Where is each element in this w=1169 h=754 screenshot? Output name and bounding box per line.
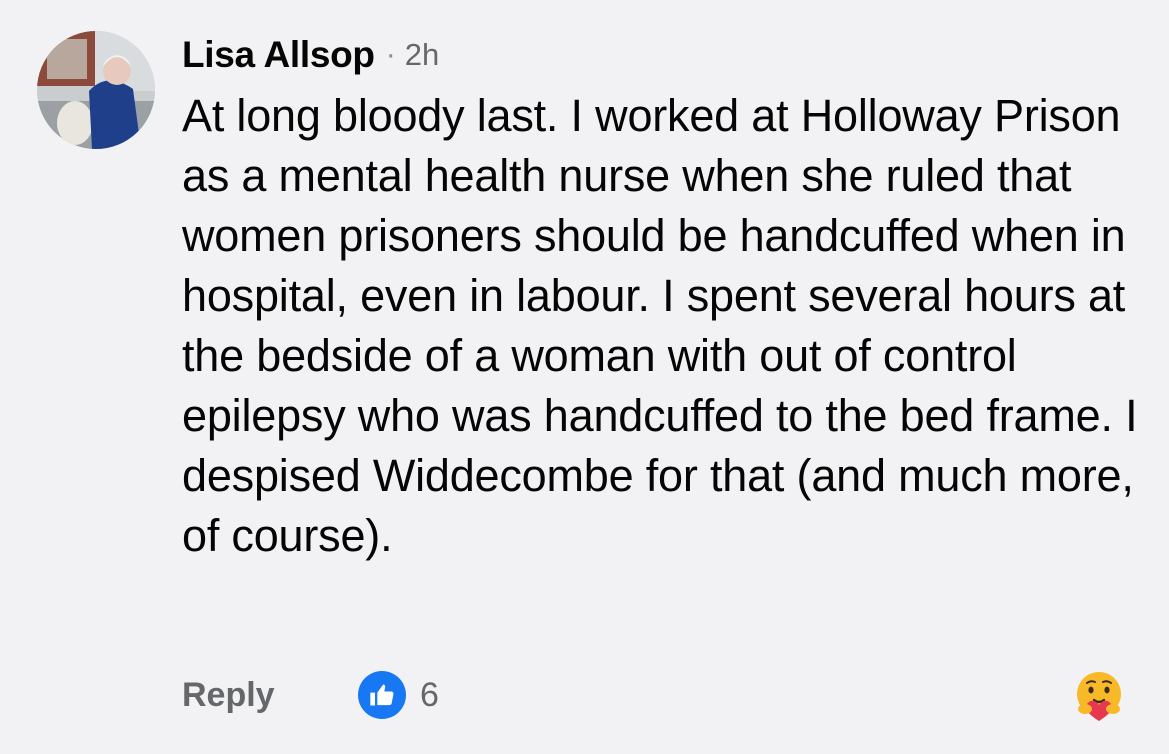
- comment: Lisa Allsop · 2h At long bloody last. I …: [0, 0, 1169, 754]
- reply-button[interactable]: Reply: [182, 676, 275, 715]
- profile-photo: [37, 31, 155, 149]
- avatar[interactable]: [37, 31, 155, 149]
- separator-dot: ·: [385, 38, 396, 71]
- comment-header: Lisa Allsop · 2h: [182, 30, 439, 80]
- like-icon: [358, 671, 406, 719]
- reaction-count: 6: [420, 675, 439, 714]
- reaction-summary[interactable]: 6: [358, 670, 439, 720]
- timestamp[interactable]: 2h: [405, 37, 439, 73]
- comment-text: At long bloody last. I worked at Hollowa…: [182, 90, 1138, 561]
- author-name[interactable]: Lisa Allsop: [182, 34, 375, 76]
- care-emoji-icon[interactable]: [1072, 669, 1126, 723]
- comment-actions: Reply: [182, 670, 275, 720]
